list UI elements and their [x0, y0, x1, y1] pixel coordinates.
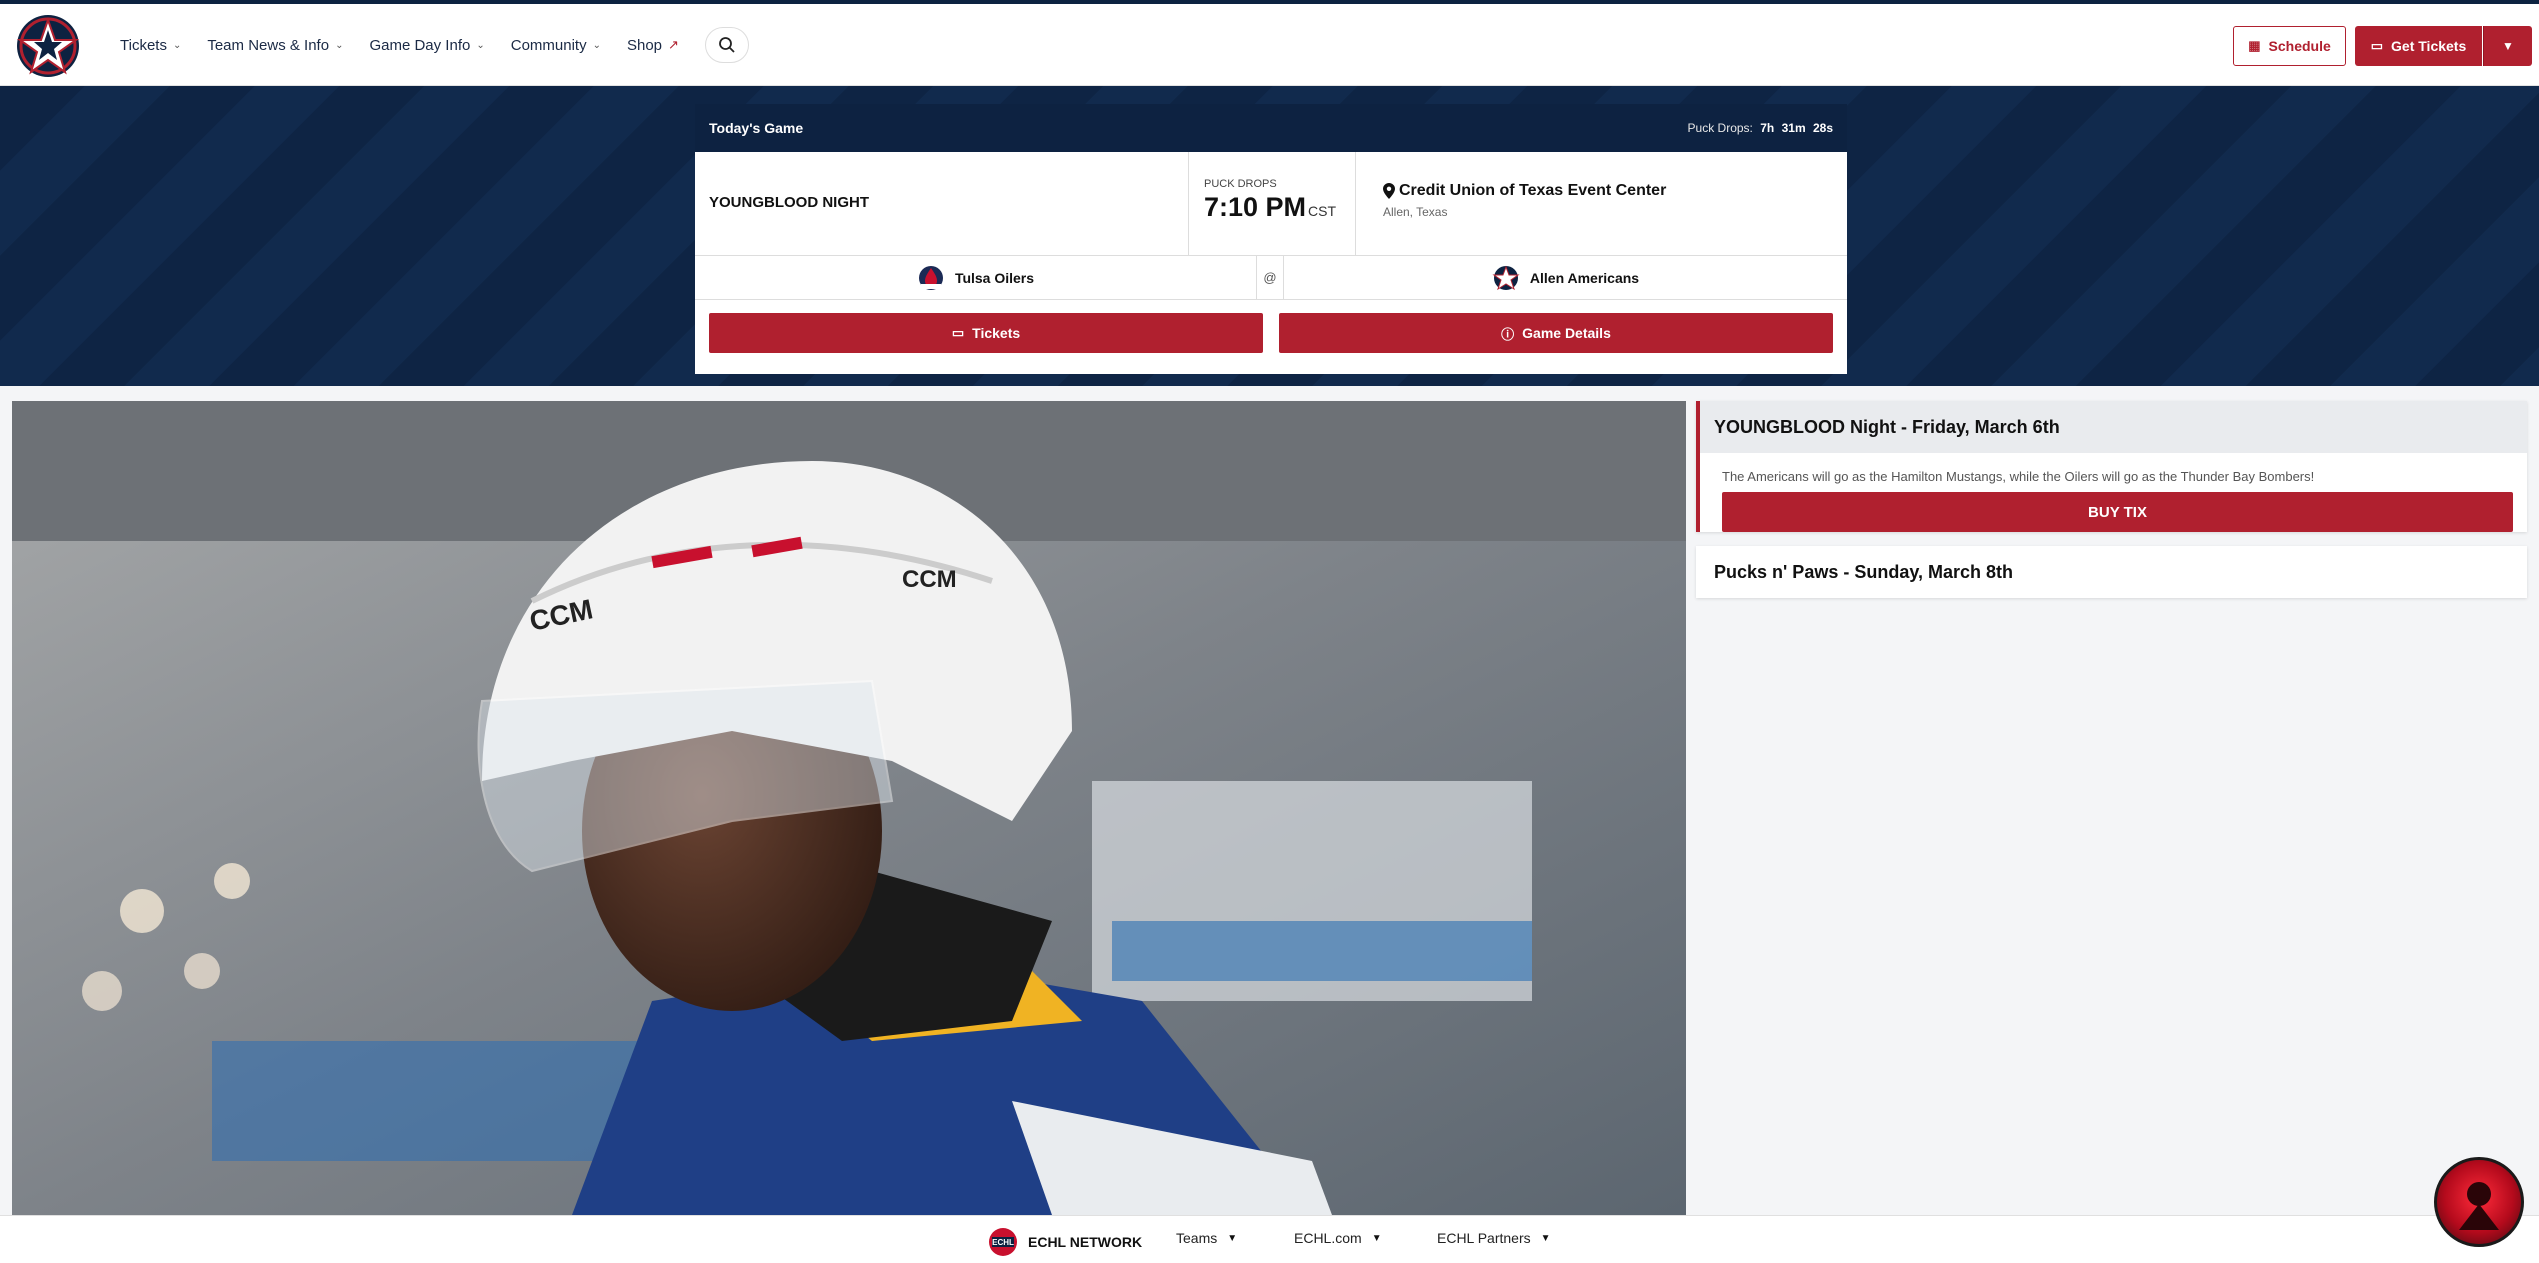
nav-shop[interactable]: Shop ↗ [627, 37, 679, 54]
echl-network-link[interactable]: ECHL ECHL NETWORK [988, 1227, 1142, 1257]
promo-description: The Americans will go as the Hamilton Mu… [1722, 469, 2315, 484]
chevron-down-icon: ⌄ [172, 39, 182, 51]
game-info-row: YOUNGBLOOD NIGHT PUCK DROPS 7:10 PM CST C… [695, 152, 1847, 256]
mascot-icon [2459, 1182, 2499, 1230]
caret-down-icon: ▼ [2502, 39, 2514, 53]
tickets-button[interactable]: ▭ Tickets [709, 313, 1263, 353]
caret-down-icon: ▼ [1371, 1232, 1382, 1244]
get-tickets-button[interactable]: ▭ Get Tickets [2355, 26, 2482, 66]
promotions-panel: YOUNGBLOOD Night - Friday, March 6th The… [1696, 401, 2527, 598]
echl-partners-menu[interactable]: ECHL Partners ▼ [1437, 1230, 1551, 1246]
nav-team-news[interactable]: Team News & Info ⌄ [207, 37, 343, 54]
ticket-icon: ▭ [2370, 38, 2384, 53]
event-name: YOUNGBLOOD NIGHT [709, 194, 869, 211]
puck-drop-caption: PUCK DROPS [1204, 178, 1277, 190]
venue-cell: Credit Union of Texas Event Center Allen… [1383, 182, 1666, 219]
nav-game-day-info[interactable]: Game Day Info ⌄ [369, 37, 484, 54]
chevron-down-icon: ⌄ [335, 39, 344, 51]
allen-americans-logo [1492, 265, 1520, 290]
schedule-button[interactable]: ▦ Schedule [2233, 26, 2346, 66]
game-details-button[interactable]: ⓘ Game Details [1279, 313, 1833, 353]
svg-text:CCM: CCM [902, 566, 957, 593]
home-team[interactable]: Allen Americans [1284, 256, 1847, 299]
todays-game-band: Today's Game Puck Drops: 7h 31m 28s YOUN… [0, 86, 2539, 386]
timezone: CST [1308, 203, 1337, 219]
countdown: Puck Drops: 7h 31m 28s [1687, 121, 1833, 135]
todays-game-title: Today's Game [709, 120, 804, 136]
countdown-seconds: 28s [1812, 121, 1833, 135]
promo-pucks-n-paws[interactable]: Pucks n' Paws - Sunday, March 8th [1696, 546, 2527, 598]
site-header: Tickets ⌄ Team News & Info ⌄ Game Day Info… [0, 4, 2539, 86]
svg-text:ECHL: ECHL [992, 1238, 1014, 1247]
venue-location: Allen, Texas [1383, 205, 1448, 219]
main-nav: Tickets ⌄ Team News & Info ⌄ Game Day Info… [120, 4, 749, 86]
card-actions: ▭ Tickets ⓘ Game Details [695, 300, 1847, 374]
buy-tix-button[interactable]: BUY TIX [1722, 492, 2513, 532]
chevron-down-icon: ⌄ [592, 39, 601, 51]
ticket-icon: ▭ [951, 325, 965, 340]
teams-menu[interactable]: Teams ▼ [1176, 1230, 1237, 1246]
chat-widget-button[interactable] [2434, 1157, 2524, 1247]
matchup-row: Tulsa Oilers @ Allen Americans [695, 256, 1847, 300]
team-logo[interactable] [14, 12, 82, 80]
promo-title[interactable]: YOUNGBLOOD Night - Friday, March 6th [1700, 401, 2527, 453]
chevron-down-icon: ⌄ [476, 39, 485, 51]
echl-logo: ECHL [989, 1228, 1017, 1256]
card-body: YOUNGBLOOD NIGHT PUCK DROPS 7:10 PM CST C… [695, 152, 1847, 374]
search-icon [719, 37, 735, 53]
venue-name: Credit Union of Texas Event Center [1383, 182, 1666, 200]
calendar-icon: ▦ [2248, 38, 2261, 53]
todays-game-card: Today's Game Puck Drops: 7h 31m 28s YOUN… [695, 104, 1847, 390]
card-header: Today's Game Puck Drops: 7h 31m 28s [695, 104, 1847, 152]
nav-tickets[interactable]: Tickets ⌄ [120, 37, 181, 54]
countdown-minutes: 31m [1781, 121, 1806, 135]
nav-community[interactable]: Community ⌄ [511, 37, 601, 54]
caret-down-icon: ▼ [1227, 1232, 1238, 1244]
echl-network-bar: ECHL ECHL NETWORK Teams ▼ ECHL.com ▼ ECHL … [0, 1215, 2539, 1263]
echl-com-menu[interactable]: ECHL.com ▼ [1294, 1230, 1382, 1246]
puck-drop-cell: PUCK DROPS 7:10 PM CST [1188, 152, 1356, 256]
tulsa-oilers-logo [918, 265, 943, 290]
countdown-hours: 7h [1760, 121, 1775, 135]
map-pin-icon [1383, 183, 1395, 199]
featured-player-photo[interactable]: CCM CCM [12, 401, 1686, 1215]
promo-youngblood[interactable]: YOUNGBLOOD Night - Friday, March 6th The… [1696, 401, 2527, 532]
away-team[interactable]: Tulsa Oilers [695, 256, 1256, 299]
at-separator: @ [1256, 256, 1284, 299]
info-icon: ⓘ [1501, 326, 1515, 342]
caret-down-icon: ▼ [1540, 1232, 1551, 1244]
external-link-icon: ↗ [668, 37, 679, 52]
puck-drop-time: 7:10 PM CST [1204, 192, 1337, 222]
search-button[interactable] [704, 27, 749, 63]
get-tickets-dropdown-toggle[interactable]: ▼ [2483, 26, 2532, 66]
